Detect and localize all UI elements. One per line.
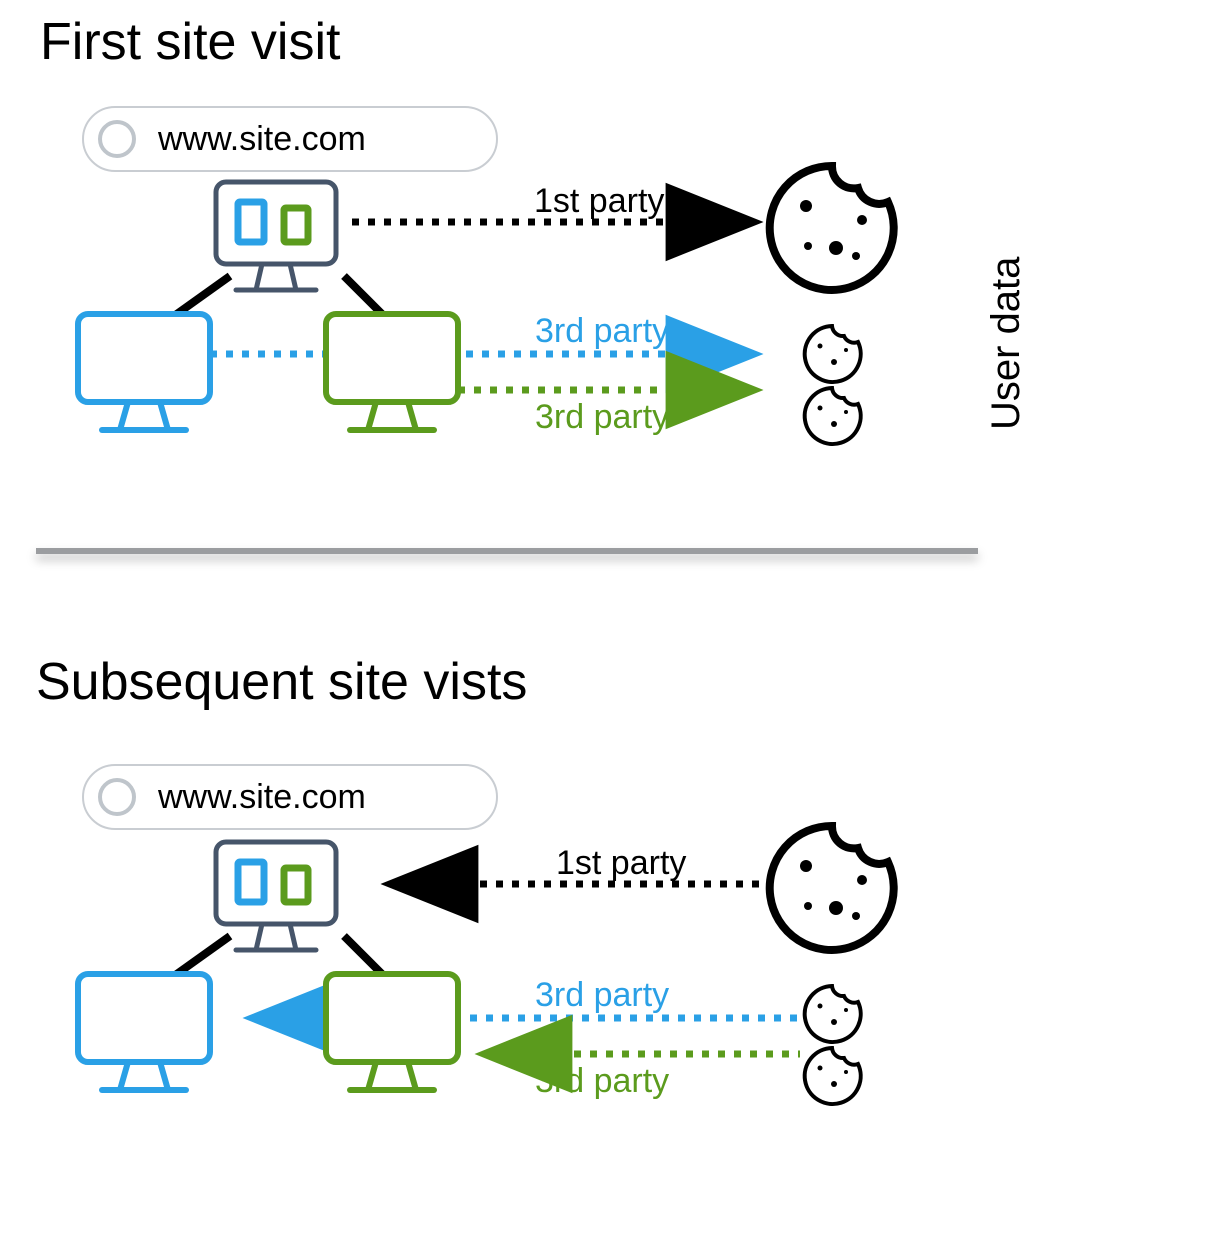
section-title-first-visit: First site visit — [40, 12, 340, 72]
monitor-blue-2 — [78, 974, 210, 1090]
connector-left-2 — [160, 936, 230, 986]
url-text-subsequent: www.site.com — [158, 778, 366, 817]
monitor-blue-1 — [78, 314, 210, 430]
label-first-party-2: 1st party — [556, 844, 686, 883]
section-title-subsequent: Subsequent site vists — [36, 652, 527, 712]
cookie-small-green-2 — [805, 1048, 861, 1104]
label-third-party-green-1: 3rd party — [535, 398, 669, 437]
monitor-main-2 — [216, 842, 336, 950]
cookie-small-blue-1 — [805, 326, 861, 382]
monitor-green-1 — [326, 314, 458, 430]
connector-right-1 — [344, 276, 394, 326]
label-third-party-blue-1: 3rd party — [535, 312, 669, 351]
label-third-party-green-2: 3rd party — [535, 1062, 669, 1101]
connector-right-2 — [344, 936, 394, 986]
cookie-large-1 — [770, 166, 894, 290]
section-divider — [36, 548, 978, 554]
cookie-large-2 — [770, 826, 894, 950]
label-first-party-1: 1st party — [534, 182, 664, 221]
monitor-main-1 — [216, 182, 336, 290]
url-text-first: www.site.com — [158, 120, 366, 159]
label-third-party-blue-2: 3rd party — [535, 976, 669, 1015]
monitor-green-2 — [326, 974, 458, 1090]
url-indicator-dot-2 — [98, 778, 136, 816]
url-indicator-dot — [98, 120, 136, 158]
connector-left-1 — [160, 276, 230, 326]
url-pill-first: www.site.com — [82, 106, 498, 172]
url-pill-subsequent: www.site.com — [82, 764, 498, 830]
side-label-user-data: User data — [984, 257, 1029, 430]
cookie-small-blue-2 — [805, 986, 861, 1042]
cookie-small-green-1 — [805, 388, 861, 444]
